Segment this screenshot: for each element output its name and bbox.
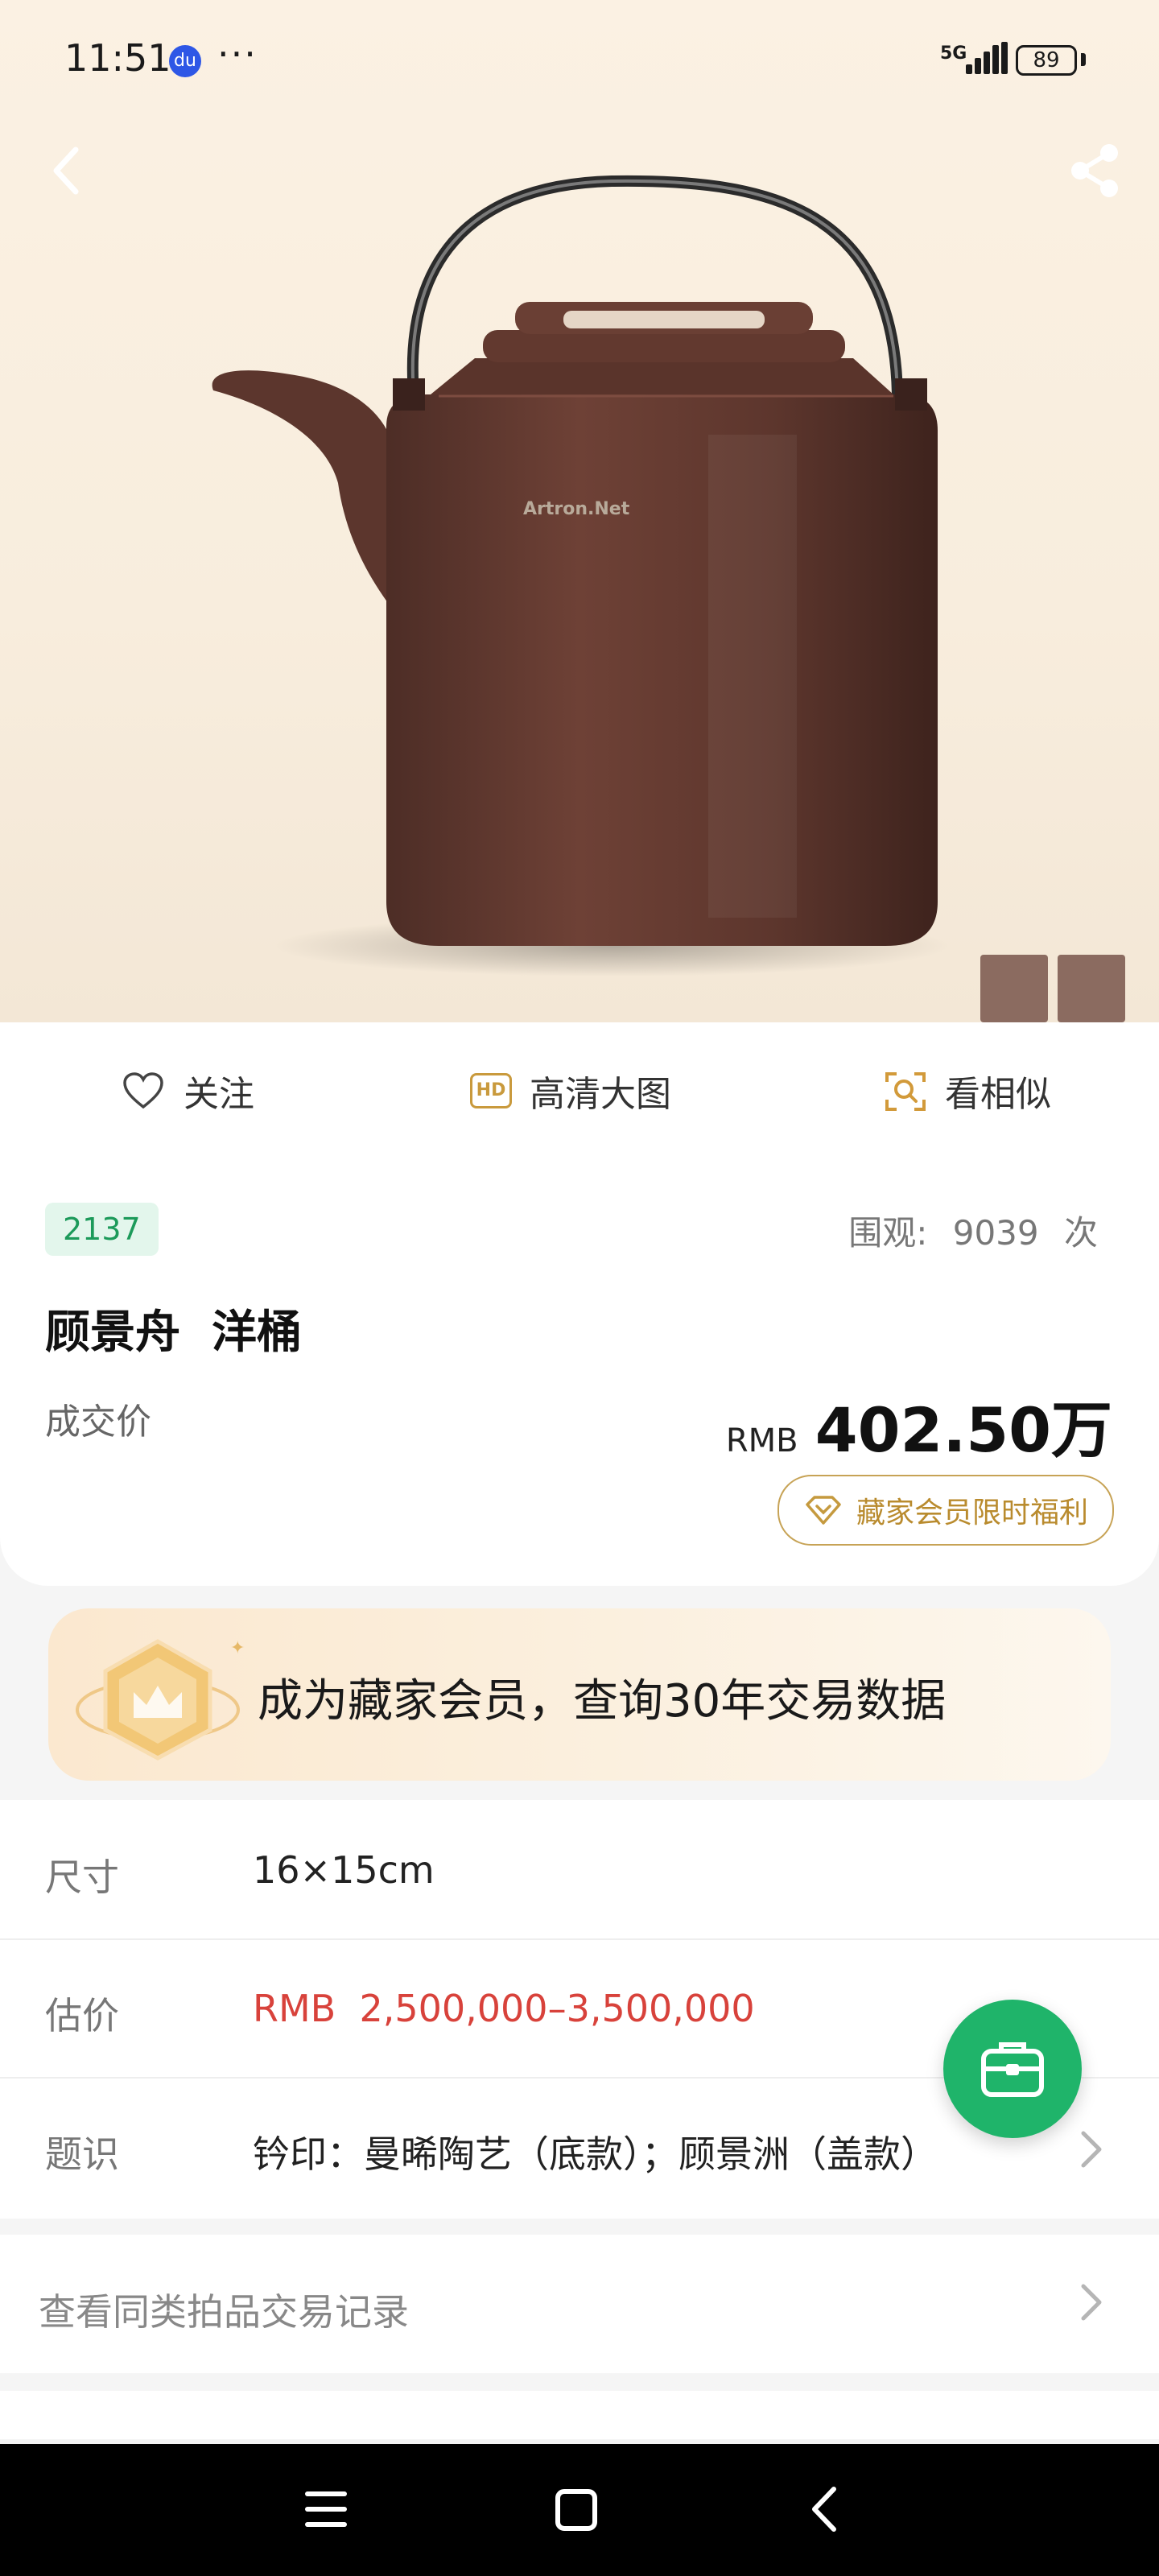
watermark-text: Artron.Net [523,499,630,519]
views-unit: 次 [1063,1213,1098,1253]
diamond-icon [806,1496,841,1525]
menu-icon[interactable] [304,2487,348,2531]
chevron-right-icon [1081,2284,1102,2321]
hd-icon: HD [470,1073,512,1108]
scan-search-icon [885,1072,926,1111]
find-similar-button[interactable]: 看相似 [884,1022,1051,1159]
heart-icon [123,1072,163,1109]
detail-key: 估价 [45,1994,119,2037]
hd-image-button[interactable]: HD 高清大图 [470,1022,671,1159]
detail-key: 题识 [45,2132,119,2176]
crown-badge-icon: ✦ [76,1638,245,1761]
briefcase-fab-button[interactable] [943,2000,1082,2138]
network-label: 5G [940,43,967,64]
price-amount: 402.50万 [815,1394,1112,1466]
detail-value: RMB 2,500,000–3,500,000 [253,1987,755,2030]
price-currency: RMB [725,1422,798,1459]
member-benefit-label: 藏家会员限时福利 [856,1496,1088,1530]
back-nav-icon[interactable] [805,2484,845,2534]
member-benefit-button[interactable]: 藏家会员限时福利 [777,1475,1114,1546]
battery-icon: 89 [1016,45,1077,76]
membership-banner[interactable]: ✦ 成为藏家会员，查询30年交易数据 [48,1608,1111,1781]
similar-records-label: 查看同类拍品交易记录 [39,2290,409,2334]
hd-image-label: 高清大图 [530,1074,671,1115]
deal-price: RMB 402.50万 [726,1381,1112,1469]
follow-button[interactable]: 关注 [122,1022,254,1159]
view-count: 围观: 9039 次 [848,1206,1098,1255]
action-bar: 关注 HD 高清大图 看相似 [0,1022,1159,1161]
baidu-app-icon: du [169,45,201,77]
seal-stamp-image [980,955,1048,1022]
more-notifications-icon: ··· [217,32,258,76]
views-label: 围观: [848,1213,928,1253]
battery-tip [1081,53,1086,66]
chevron-right-icon [1081,2131,1102,2168]
content-placeholder [0,2391,1159,2439]
lot-title: 顾景舟 洋桶 [45,1307,302,1359]
lot-number-badge: 2137 [45,1203,159,1256]
similar-records-link[interactable]: 查看同类拍品交易记录 [0,2235,1159,2373]
detail-value: 钤印：曼晞陶艺（底款）；顾景洲（盖款） [253,2132,938,2176]
lot-info-card: 2137 围观: 9039 次 顾景舟 洋桶 成交价 RMB 402.50万 藏… [0,1159,1159,1586]
detail-value: 16×15cm [253,1848,435,1892]
status-time: 11:51 [64,36,171,80]
hero-image[interactable]: 11:51 du ··· 5G 89 Artron.Net [0,0,1159,1022]
status-bar: 11:51 du ··· 5G 89 [0,0,1159,121]
deal-price-label: 成交价 [45,1402,151,1443]
views-count: 9039 [952,1213,1039,1253]
svg-text:✦: ✦ [230,1638,245,1658]
seal-stamp-image [1058,955,1125,1022]
teapot-image [212,175,950,976]
follow-label: 关注 [184,1074,254,1115]
system-navigation-bar [0,2444,1159,2576]
detail-row-size: 尺寸 16×15cm [0,1800,1159,1940]
find-similar-label: 看相似 [945,1074,1051,1115]
briefcase-icon [981,2042,1044,2097]
home-icon[interactable] [554,2487,599,2533]
detail-key: 尺寸 [45,1856,119,1899]
signal-icon [966,42,1008,74]
banner-text: 成为藏家会员，查询30年交易数据 [258,1675,947,1728]
